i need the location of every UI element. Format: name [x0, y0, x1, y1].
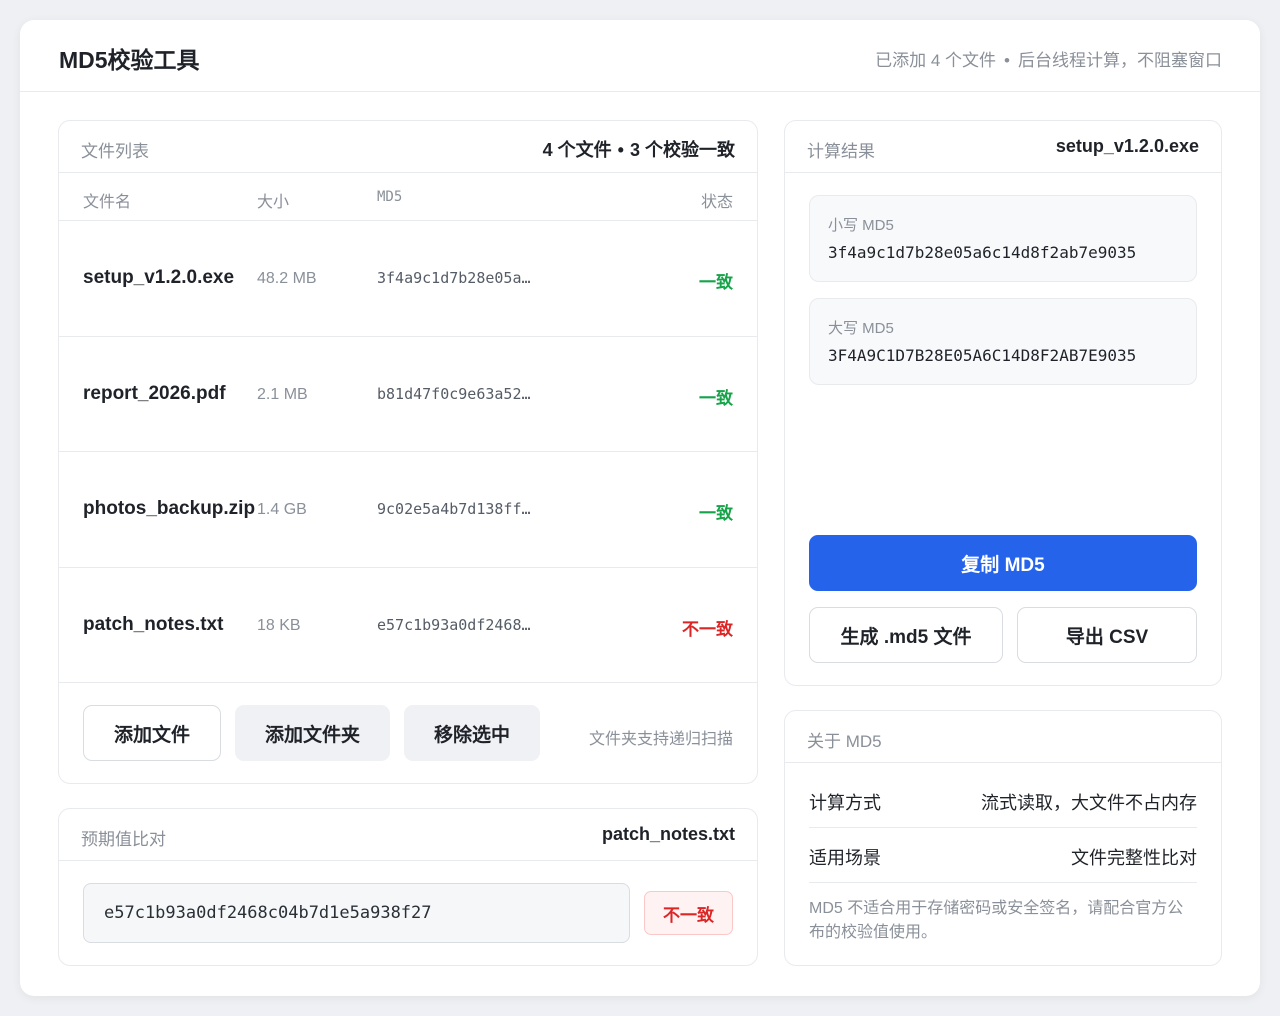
title-bar: MD5校验工具 已添加 4 个文件 • 后台线程计算，不阻塞窗口	[20, 20, 1260, 92]
status-badge: 一致	[699, 504, 733, 523]
summary-match: 3 个校验一致	[629, 140, 735, 160]
lowercase-md5-value[interactable]: 3f4a9c1d7b28e05a6c14d8f2ab7e9035	[828, 243, 1136, 262]
column-header-size[interactable]: 大小	[257, 188, 289, 212]
info-value: 流式读取，大文件不占内存	[981, 793, 1197, 813]
compare-result-badge: 不一致	[644, 891, 733, 935]
file-name: patch_notes.txt	[83, 614, 224, 635]
uppercase-md5-box: 大写 MD5 3F4A9C1D7B28E05A6C14D8F2AB7E9035	[809, 298, 1197, 385]
summary-count: 4 个文件	[542, 140, 612, 160]
status-thread-note: 后台线程计算，不阻塞窗口	[1018, 51, 1222, 70]
about-panel: 关于 MD5 计算方式 流式读取，大文件不占内存 适用场景 文件完整性比对 MD…	[784, 710, 1222, 966]
file-size: 48.2 MB	[257, 270, 317, 287]
result-panel: 计算结果 setup_v1.2.0.exe 小写 MD5 3f4a9c1d7b2…	[784, 120, 1222, 686]
table-row[interactable]: report_2026.pdf 2.1 MB b81d47f0c9e63a52……	[59, 337, 757, 452]
about-label: 关于 MD5	[807, 732, 882, 751]
table-header: 文件名 大小 MD5 状态	[59, 173, 757, 221]
lowercase-md5-label: 小写 MD5	[828, 217, 894, 234]
info-row-method: 计算方式 流式读取，大文件不占内存	[809, 773, 1197, 828]
file-size: 2.1 MB	[257, 386, 308, 403]
lowercase-md5-box: 小写 MD5 3f4a9c1d7b28e05a6c14d8f2ab7e9035	[809, 195, 1197, 282]
file-size: 18 KB	[257, 617, 301, 634]
file-md5: 9c02e5a4b7d138ff…	[377, 500, 531, 518]
compare-file-name: patch_notes.txt	[601, 824, 735, 844]
compare-label: 预期值比对	[81, 830, 166, 849]
file-md5: b81d47f0c9e63a52…	[377, 385, 531, 403]
status-separator: •	[1004, 51, 1010, 70]
file-md5: 3f4a9c1d7b28e05a…	[377, 269, 531, 287]
about-header: 关于 MD5	[785, 711, 1221, 763]
uppercase-md5-value[interactable]: 3F4A9C1D7B28E05A6C14D8F2AB7E9035	[828, 346, 1136, 365]
copy-md5-button[interactable]: 复制 MD5	[809, 535, 1197, 591]
remove-selected-button[interactable]: 移除选中	[404, 705, 540, 761]
global-status: 已添加 4 个文件 • 后台线程计算，不阻塞窗口	[875, 46, 1222, 71]
file-name: report_2026.pdf	[83, 383, 226, 404]
file-table-body: setup_v1.2.0.exe 48.2 MB 3f4a9c1d7b28e05…	[59, 221, 757, 683]
file-name: setup_v1.2.0.exe	[83, 267, 235, 288]
result-file-name: setup_v1.2.0.exe	[1055, 136, 1199, 156]
export-csv-button[interactable]: 导出 CSV	[1017, 607, 1197, 663]
result-label: 计算结果	[807, 142, 875, 161]
column-header-status[interactable]: 状态	[701, 188, 733, 212]
table-row[interactable]: photos_backup.zip 1.4 GB 9c02e5a4b7d138f…	[59, 452, 757, 568]
file-md5: e57c1b93a0df2468…	[377, 616, 531, 634]
column-header-name[interactable]: 文件名	[83, 188, 131, 212]
file-list-header: 文件列表 4 个文件 • 3 个校验一致	[59, 121, 757, 173]
info-key: 适用场景	[809, 848, 881, 868]
status-file-count: 已添加 4 个文件	[875, 51, 997, 70]
status-badge: 一致	[699, 389, 733, 408]
app-window: MD5校验工具 已添加 4 个文件 • 后台线程计算，不阻塞窗口 文件列表 4 个文…	[20, 20, 1260, 996]
file-list-panel: 文件列表 4 个文件 • 3 个校验一致 文件名 大小 MD5 状态 setup_v…	[58, 120, 758, 784]
column-header-md5[interactable]: MD5	[377, 189, 402, 205]
status-badge: 不一致	[682, 620, 733, 639]
folder-hint: 文件夹支持递归扫描	[588, 731, 733, 748]
info-value: 文件完整性比对	[1071, 848, 1197, 868]
file-list-label: 文件列表	[81, 142, 149, 161]
result-header: 计算结果 setup_v1.2.0.exe	[785, 121, 1221, 173]
generate-md5-file-button[interactable]: 生成 .md5 文件	[809, 607, 1003, 663]
add-folder-button[interactable]: 添加文件夹	[235, 705, 390, 761]
info-key: 计算方式	[809, 793, 881, 813]
expected-md5-input[interactable]: e57c1b93a0df2468c04b7d1e5a938f27	[83, 883, 630, 943]
compare-panel: 预期值比对 patch_notes.txt e57c1b93a0df2468c0…	[58, 808, 758, 966]
summary-separator: •	[617, 140, 624, 160]
file-list-summary: 4 个文件 • 3 个校验一致	[543, 136, 735, 162]
add-file-button[interactable]: 添加文件	[83, 705, 221, 761]
file-name: photos_backup.zip	[83, 498, 256, 519]
file-size: 1.4 GB	[257, 501, 307, 518]
status-badge: 一致	[699, 273, 733, 292]
table-row[interactable]: patch_notes.txt 18 KB e57c1b93a0df2468… …	[59, 568, 757, 683]
compare-header: 预期值比对 patch_notes.txt	[59, 809, 757, 861]
app-title: MD5校验工具	[59, 47, 200, 73]
info-row-scenario: 适用场景 文件完整性比对	[809, 828, 1197, 883]
security-note: MD5 不适合用于存储密码或安全签名，请配合官方公布的校验值使用。	[809, 900, 1184, 941]
uppercase-md5-label: 大写 MD5	[828, 320, 894, 337]
table-row[interactable]: setup_v1.2.0.exe 48.2 MB 3f4a9c1d7b28e05…	[59, 221, 757, 337]
